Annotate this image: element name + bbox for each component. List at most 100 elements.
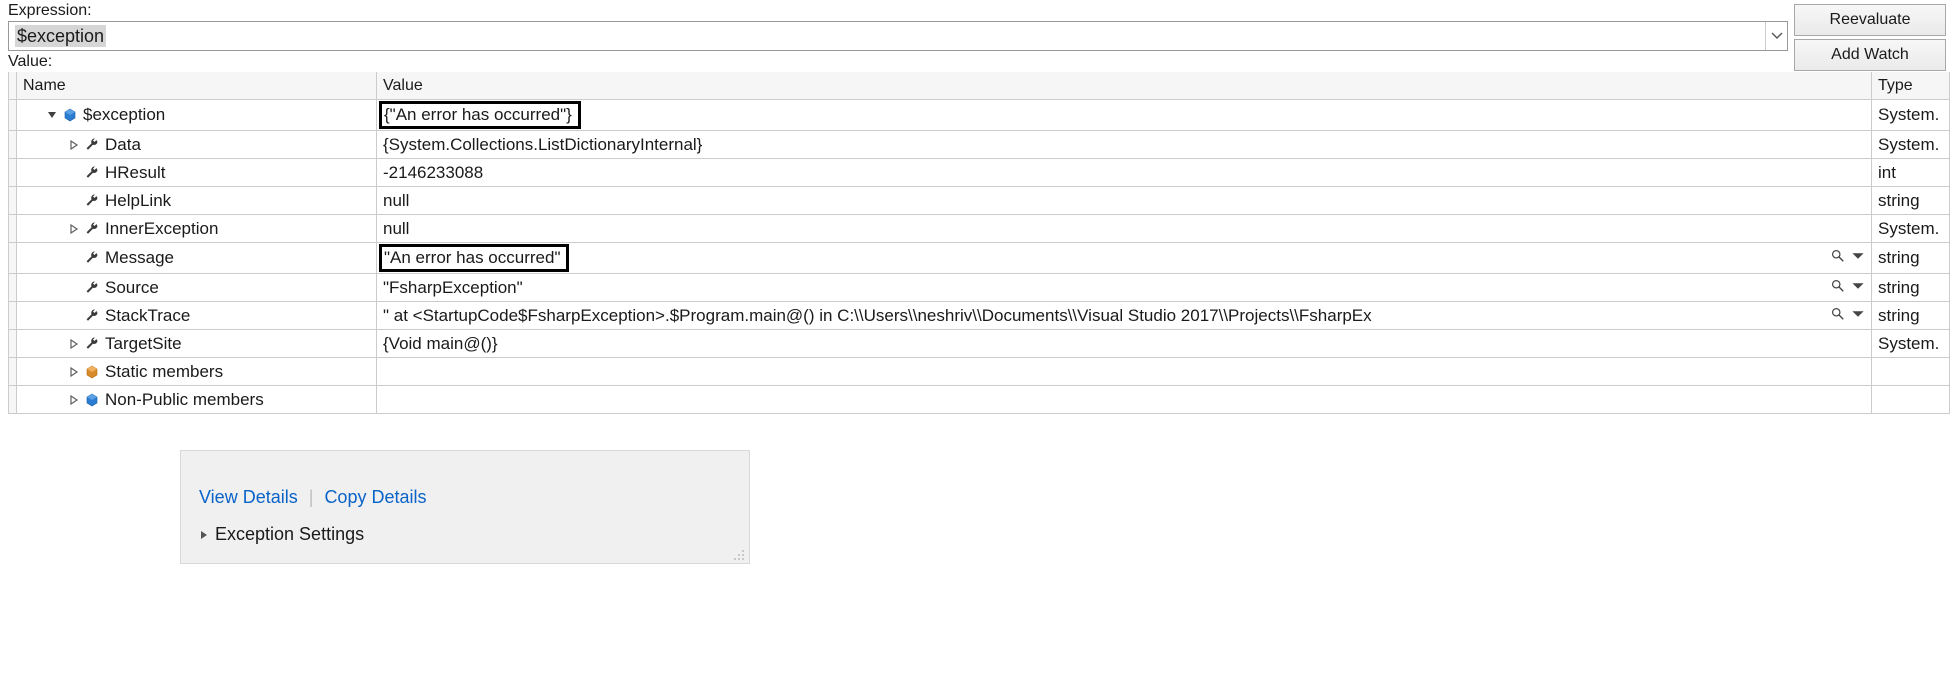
- type-cell: System.: [1872, 131, 1950, 158]
- name-cell[interactable]: Static members: [17, 358, 377, 385]
- wrench-icon: [83, 307, 101, 325]
- column-header-value[interactable]: Value: [377, 72, 1872, 99]
- property-name: HelpLink: [105, 191, 171, 211]
- property-value: "An error has occurred": [379, 244, 569, 272]
- property-name: $exception: [83, 105, 165, 125]
- wrench-icon: [83, 335, 101, 353]
- text-visualizer-button[interactable]: [1831, 248, 1845, 268]
- value-cell[interactable]: "FsharpException": [377, 274, 1872, 301]
- name-cell[interactable]: HResult: [17, 159, 377, 186]
- expression-dropdown-button[interactable]: [1765, 22, 1787, 50]
- table-row[interactable]: TargetSite {Void main@()}System.: [9, 330, 1950, 358]
- property-name: Message: [105, 248, 174, 268]
- column-header-name[interactable]: Name: [17, 72, 377, 99]
- reevaluate-button[interactable]: Reevaluate: [1794, 4, 1946, 36]
- value-cell[interactable]: [377, 386, 1872, 413]
- row-gutter: [9, 159, 17, 186]
- value-cell[interactable]: {"An error has occurred"}: [377, 100, 1872, 130]
- table-row[interactable]: Source"FsharpException"string: [9, 274, 1950, 302]
- name-cell[interactable]: $exception: [17, 100, 377, 130]
- type-cell: [1872, 386, 1950, 413]
- visualizer-dropdown[interactable]: [1851, 306, 1865, 326]
- property-value: "FsharpException": [383, 278, 523, 298]
- type-cell: System.: [1872, 330, 1950, 357]
- table-row[interactable]: Data {System.Collections.ListDictionaryIn…: [9, 131, 1950, 159]
- value-cell[interactable]: " at <StartupCode$FsharpException>.$Prog…: [377, 302, 1872, 329]
- row-gutter: [9, 274, 17, 301]
- collapse-toggle[interactable]: [45, 110, 59, 120]
- column-header-type[interactable]: Type: [1872, 72, 1950, 99]
- resize-grip-icon[interactable]: [731, 547, 745, 561]
- property-value: -2146233088: [383, 163, 483, 183]
- name-cell[interactable]: Message: [17, 243, 377, 273]
- table-row[interactable]: HelpLink null string: [9, 187, 1950, 215]
- value-cell[interactable]: "An error has occurred": [377, 243, 1872, 273]
- text-visualizer-button[interactable]: [1831, 278, 1845, 298]
- name-cell[interactable]: StackTrace: [17, 302, 377, 329]
- expand-toggle[interactable]: [67, 367, 81, 377]
- type-cell: int: [1872, 159, 1950, 186]
- table-row[interactable]: Static members: [9, 358, 1950, 386]
- type-cell: string: [1872, 187, 1950, 214]
- copy-details-link[interactable]: Copy Details: [324, 487, 426, 507]
- value-cell[interactable]: [377, 358, 1872, 385]
- name-cell[interactable]: Non-Public members: [17, 386, 377, 413]
- value-cell[interactable]: {Void main@()}: [377, 330, 1872, 357]
- property-value: null: [383, 191, 409, 211]
- expression-label: Expression:: [8, 0, 1794, 21]
- row-gutter: [9, 100, 17, 130]
- name-cell[interactable]: HelpLink: [17, 187, 377, 214]
- table-row[interactable]: Message"An error has occurred"string: [9, 243, 1950, 274]
- expand-toggle[interactable]: [67, 140, 81, 150]
- expression-input[interactable]: $exception: [9, 24, 1765, 49]
- exception-helper-popup: View Details | Copy Details Exception Se…: [180, 450, 750, 564]
- expand-exception-settings[interactable]: [199, 524, 209, 545]
- wrench-icon: [83, 220, 101, 238]
- property-name: InnerException: [105, 219, 218, 239]
- object-icon: [83, 391, 101, 409]
- table-row[interactable]: HResult -2146233088 int: [9, 159, 1950, 187]
- add-watch-button[interactable]: Add Watch: [1794, 39, 1946, 71]
- property-value: " at <StartupCode$FsharpException>.$Prog…: [383, 306, 1372, 326]
- wrench-icon: [83, 136, 101, 154]
- wrench-icon: [83, 249, 101, 267]
- value-cell[interactable]: -2146233088: [377, 159, 1872, 186]
- expression-input-text: $exception: [15, 25, 106, 47]
- table-row[interactable]: StackTrace " at <StartupCode$FsharpExcept…: [9, 302, 1950, 330]
- value-cell[interactable]: null: [377, 187, 1872, 214]
- expand-toggle[interactable]: [67, 224, 81, 234]
- table-row[interactable]: $exception{"An error has occurred"}Syste…: [9, 100, 1950, 131]
- text-visualizer-button[interactable]: [1831, 306, 1845, 326]
- name-cell[interactable]: Source: [17, 274, 377, 301]
- property-value: {System.Collections.ListDictionaryIntern…: [383, 135, 702, 155]
- expand-toggle[interactable]: [67, 395, 81, 405]
- type-cell: System.: [1872, 215, 1950, 242]
- property-name: StackTrace: [105, 306, 190, 326]
- row-header-gutter: [9, 72, 17, 99]
- visualizer-dropdown[interactable]: [1851, 278, 1865, 298]
- view-details-link[interactable]: View Details: [199, 487, 298, 507]
- property-value: null: [383, 219, 409, 239]
- name-cell[interactable]: InnerException: [17, 215, 377, 242]
- row-gutter: [9, 131, 17, 158]
- name-cell[interactable]: Data: [17, 131, 377, 158]
- property-name: Data: [105, 135, 141, 155]
- row-gutter: [9, 302, 17, 329]
- exception-settings-label[interactable]: Exception Settings: [215, 524, 364, 545]
- table-row[interactable]: InnerException null System.: [9, 215, 1950, 243]
- value-cell[interactable]: {System.Collections.ListDictionaryIntern…: [377, 131, 1872, 158]
- results-grid: Name Value Type $exception {"An error has…: [8, 72, 1950, 414]
- value-cell[interactable]: null: [377, 215, 1872, 242]
- expand-toggle[interactable]: [67, 339, 81, 349]
- row-gutter: [9, 330, 17, 357]
- table-row[interactable]: Non-Public members: [9, 386, 1950, 414]
- expression-input-wrap[interactable]: $exception: [8, 21, 1788, 51]
- wrench-icon: [83, 279, 101, 297]
- name-cell[interactable]: TargetSite: [17, 330, 377, 357]
- wrench-icon: [83, 164, 101, 182]
- property-name: Source: [105, 278, 159, 298]
- property-name: HResult: [105, 163, 165, 183]
- link-separator: |: [309, 487, 314, 507]
- visualizer-dropdown[interactable]: [1851, 248, 1865, 268]
- property-name: TargetSite: [105, 334, 182, 354]
